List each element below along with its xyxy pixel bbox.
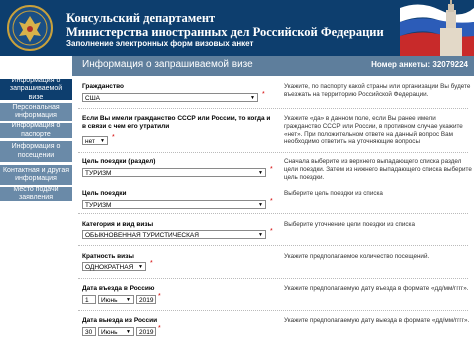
sidebar-item-passport-info[interactable]: Информация о паспорте — [0, 122, 72, 138]
entry-year-input[interactable]: 2019 — [136, 295, 156, 304]
required-star: * — [158, 293, 161, 300]
sidebar-item-contact-info[interactable]: Контактная и другая информация — [0, 165, 72, 185]
sidebar-item-label: Информация о запрашиваемой визе — [9, 76, 63, 101]
citizenship-help: Укажите, по паспорту какой страны или ор… — [284, 83, 471, 98]
header-title: Консульский департамент Министерства ино… — [66, 11, 384, 39]
sidebar-item-personal-info[interactable]: Персональная информация — [0, 103, 72, 121]
chevron-down-icon: ▼ — [258, 202, 263, 208]
chevron-down-icon: ▼ — [250, 95, 255, 101]
purpose-value: ТУРИЗМ — [85, 202, 112, 209]
sidebar-item-label: Персональная информация — [12, 103, 60, 120]
sidebar-item-visa-info[interactable]: Информация о запрашиваемой визе — [0, 76, 72, 101]
divider — [78, 152, 468, 153]
sidebar-item-label: Информация о паспорте — [11, 122, 61, 138]
exit-day-select[interactable]: 30 — [82, 327, 96, 336]
exit-month-select[interactable]: Июнь ▼ — [98, 327, 134, 336]
russian-flag-building-icon — [400, 0, 474, 56]
entry-month-value: Июнь — [101, 297, 118, 304]
chevron-down-icon: ▼ — [126, 297, 131, 303]
sidebar-item-label: Информация о посещении — [11, 143, 61, 159]
citizenship-value: США — [85, 95, 100, 102]
anketa-number: Номер анкеты: 32079224 — [371, 60, 468, 69]
visa-category-select[interactable]: ОБЫКНОВЕННАЯ ТУРИСТИЧЕСКАЯ ▼ — [82, 230, 266, 239]
ussr-value: нет — [85, 138, 95, 145]
exit-date-label: Дата выезда из России — [82, 317, 158, 324]
ussr-help: Укажите «да» в данном поле, если Вы ране… — [284, 115, 463, 146]
required-star: * — [158, 325, 161, 332]
chevron-down-icon: ▼ — [126, 329, 131, 335]
divider — [78, 245, 468, 246]
chevron-down-icon: ▼ — [258, 170, 263, 176]
sidebar-item-label: Место подачи заявления — [13, 185, 59, 202]
ussr-label: Если Вы имели гражданство СССР или Росси… — [82, 115, 271, 130]
multiplicity-value: ОДНОКРАТНАЯ — [85, 264, 134, 271]
entry-date-label: Дата въезда в Россию — [82, 285, 155, 292]
ussr-select[interactable]: нет ▼ — [82, 136, 108, 145]
entry-year-value: 2019 — [139, 297, 154, 304]
purpose-section-help: Сначала выберите из верхнего выпадающего… — [284, 158, 472, 181]
divider — [78, 278, 468, 279]
purpose-help: Выберите цель поездки из списка — [284, 190, 383, 197]
visa-category-help: Выберите уточнение цели поездки из списк… — [284, 221, 415, 228]
multiplicity-select[interactable]: ОДНОКРАТНАЯ ▼ — [82, 262, 146, 271]
exit-month-value: Июнь — [101, 329, 118, 336]
required-star: * — [262, 91, 265, 98]
section-title: Информация о запрашиваемой визе — [82, 59, 253, 70]
required-star: * — [270, 198, 273, 205]
citizenship-select[interactable]: США ▼ — [82, 93, 258, 102]
purpose-section-label: Цель поездки (раздел) — [82, 158, 156, 165]
entry-day-value: 1 — [85, 297, 89, 304]
header-title-line1: Консульский департамент — [66, 11, 216, 25]
purpose-section-value: ТУРИЗМ — [85, 170, 112, 177]
divider — [78, 310, 468, 311]
form-content: Информация о запрашиваемой визе Номер ан… — [72, 56, 474, 342]
chevron-down-icon: ▼ — [258, 232, 263, 238]
multiplicity-label: Кратность визы — [82, 253, 134, 260]
purpose-select[interactable]: ТУРИЗМ ▼ — [82, 200, 266, 209]
required-star: * — [270, 228, 273, 235]
sidebar-item-label: Контактная и другая информация — [2, 166, 70, 183]
entry-date-help: Укажите предполагаемую дату въезда в фор… — [284, 285, 469, 292]
foreign-ministry-emblem-icon — [7, 5, 53, 51]
exit-day-value: 30 — [85, 329, 93, 336]
multiplicity-help: Укажите предполагаемое количество посеще… — [284, 253, 430, 260]
entry-month-select[interactable]: Июнь ▼ — [98, 295, 134, 304]
header-title-line2: Министерства иностранных дел Российской … — [66, 25, 384, 39]
header-subtitle: Заполнение электронных форм визовых анке… — [66, 39, 254, 48]
sidebar-item-visit-info[interactable]: Информация о посещении — [0, 141, 72, 162]
exit-year-value: 2019 — [139, 329, 154, 336]
entry-day-select[interactable]: 1 — [82, 295, 96, 304]
required-star: * — [270, 166, 273, 173]
section-bar: Информация о запрашиваемой визе Номер ан… — [72, 56, 474, 76]
divider — [78, 213, 468, 214]
purpose-section-select[interactable]: ТУРИЗМ ▼ — [82, 168, 266, 177]
citizenship-label: Гражданство — [82, 83, 124, 90]
required-star: * — [150, 260, 153, 267]
site-header: Консульский департамент Министерства ино… — [0, 0, 474, 56]
visa-category-label: Категория и вид визы — [82, 221, 154, 228]
chevron-down-icon: ▼ — [138, 264, 143, 270]
sidebar-item-application-place[interactable]: Место подачи заявления — [0, 185, 72, 202]
exit-date-help: Укажите предполагаемую дату выезда в фор… — [284, 317, 470, 324]
exit-year-input[interactable]: 2019 — [136, 327, 156, 336]
required-star: * — [112, 134, 115, 141]
purpose-label: Цель поездки — [82, 190, 127, 197]
visa-category-value: ОБЫКНОВЕННАЯ ТУРИСТИЧЕСКАЯ — [85, 232, 199, 239]
divider — [78, 108, 468, 109]
chevron-down-icon: ▼ — [100, 138, 105, 144]
